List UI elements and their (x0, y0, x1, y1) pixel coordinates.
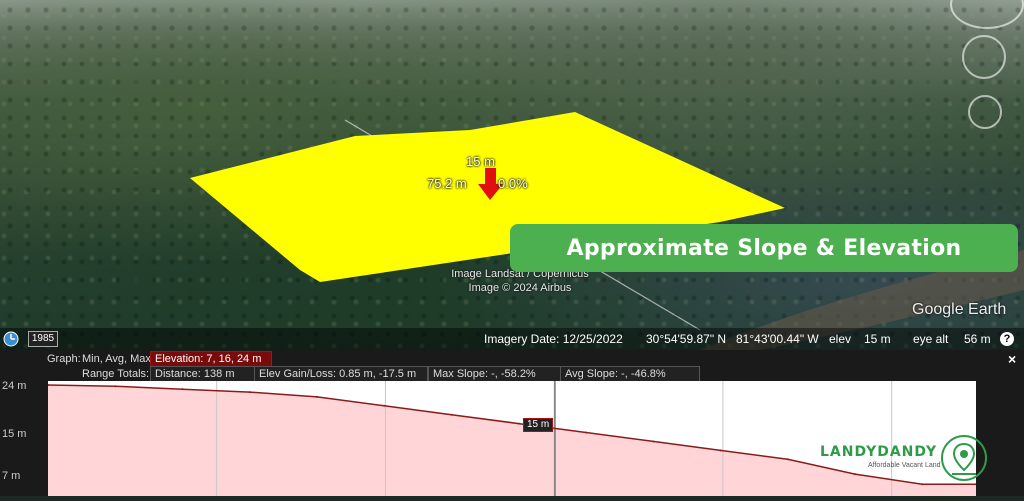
eye-alt-label: eye alt (913, 332, 949, 346)
title-banner: Approximate Slope & Elevation (510, 224, 1018, 272)
map-overlay (190, 112, 1024, 350)
avg-slope-cell: Avg Slope: -, -46.8% (560, 366, 700, 382)
profile-point (719, 449, 722, 452)
elev-gain-loss-cell: Elev Gain/Loss: 0.85 m, -17.5 m (254, 366, 428, 382)
elev-value: 15 m (864, 332, 891, 346)
status-bar: 1985 Imagery Date: 12/25/2022 30°54'59.8… (0, 328, 1024, 350)
map-pin-logo-icon (941, 435, 987, 481)
longitude: 81°43'00.44" W (736, 332, 819, 346)
profile-point (181, 388, 184, 391)
logo-name: LANDYDANDY (820, 444, 938, 460)
imagery-date: Imagery Date: 12/25/2022 (484, 332, 623, 346)
parcel-distance-label: 75.2 m (427, 176, 467, 191)
y-tick-top: 24 m (2, 380, 27, 392)
landydandy-logo: LANDYDANDY Affordable Vacant Land (820, 432, 995, 484)
help-icon[interactable]: ? (1000, 332, 1014, 346)
google-earth-watermark: Google Earth (912, 301, 1007, 318)
parcel-slope-label: 0.0% (498, 176, 528, 191)
max-slope-cell: Max Slope: -, -58.2% (428, 366, 562, 382)
move-control[interactable] (968, 95, 1002, 129)
range-totals-label: Range Totals: (82, 368, 150, 380)
eye-alt-value: 56 m (964, 332, 991, 346)
earth-map-view[interactable]: 15 m 75.2 m 0.0% Image Landsat / Coperni… (0, 0, 1024, 350)
graph-label: Graph: (47, 353, 81, 365)
y-tick-mid: 15 m (2, 428, 27, 440)
imagery-year-box[interactable]: 1985 (28, 331, 58, 347)
profile-point (517, 422, 520, 425)
profile-point (450, 413, 453, 416)
y-tick-bottom: 7 m (2, 470, 21, 482)
range-totals-row: Range Totals: Distance: 138 m Elev Gain/… (0, 366, 1024, 382)
profile-point (786, 458, 789, 461)
profile-point (383, 404, 386, 407)
profile-point (584, 431, 587, 434)
parcel-elevation-label: 15 m (466, 154, 495, 169)
imagery-attribution-2: Image © 2024 Airbus (468, 282, 572, 294)
profile-point (248, 391, 251, 394)
historical-imagery-icon[interactable] (2, 330, 20, 348)
profile-point (315, 395, 318, 398)
profile-point (652, 440, 655, 443)
cursor-elevation-marker: 15 m (523, 418, 554, 432)
look-control[interactable] (962, 35, 1006, 79)
close-profile-button[interactable]: × (1008, 351, 1016, 367)
graph-modes[interactable]: Min, Avg, Max (82, 351, 151, 367)
latitude: 30°54'59.87" N (646, 332, 727, 346)
profile-point (114, 385, 117, 388)
elevation-range-cell[interactable]: Elevation: 7, 16, 24 m (150, 351, 272, 367)
elev-label: elev (829, 332, 852, 346)
logo-tagline: Affordable Vacant Land (868, 462, 941, 469)
graph-legend-row: Graph: Min, Avg, Max Elevation: 7, 16, 2… (0, 351, 1024, 367)
